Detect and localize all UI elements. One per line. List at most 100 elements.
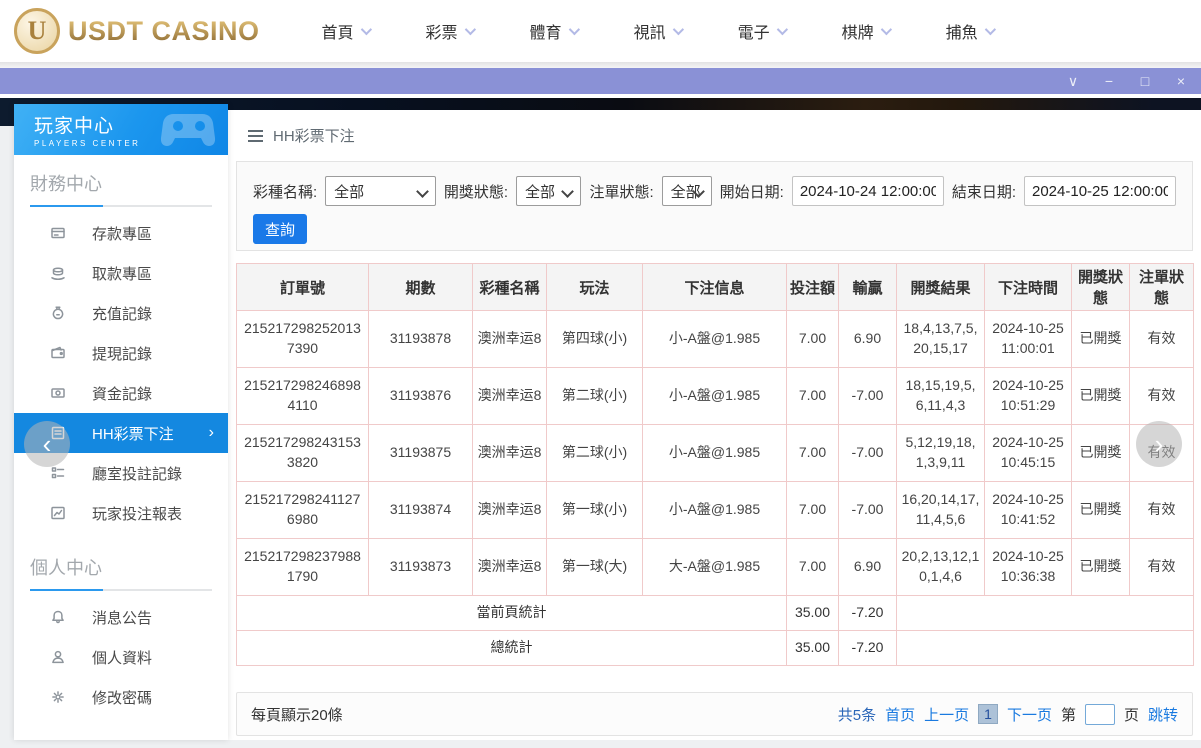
prev-page-link[interactable]: 上一页 — [924, 704, 969, 725]
table-cell: 第四球(小) — [546, 310, 643, 368]
table-cell: 已開獎 — [1071, 310, 1130, 368]
collapse-window-icon[interactable]: ∨ — [1065, 74, 1081, 88]
table-cell: 16,20,14,17,11,4,5,6 — [896, 481, 985, 539]
jump-prefix-label: 第 — [1060, 706, 1076, 724]
summary-bet-total: 35.00 — [786, 630, 839, 666]
current-page-indicator[interactable]: 1 — [978, 704, 998, 724]
end-date-input[interactable] — [1024, 176, 1176, 206]
query-button[interactable]: 查詢 — [253, 214, 307, 244]
column-header: 期數 — [368, 263, 473, 311]
lottery-name-select[interactable]: 全部 — [325, 176, 436, 206]
main-content: HH彩票下注 彩種名稱: 全部 開獎狀態: 全部 注單狀態: 全部 開始日期: … — [228, 110, 1201, 740]
sidebar-item-label: HH彩票下注 — [92, 425, 174, 443]
summary-bet-total: 35.00 — [786, 595, 839, 631]
table-cell: 已開獎 — [1071, 424, 1130, 482]
breadcrumb: HH彩票下注 — [228, 110, 1201, 161]
table-cell: 有效 — [1129, 538, 1194, 596]
summary-winloss-total: -7.20 — [838, 630, 897, 666]
sidebar-item-提現記錄[interactable]: 提現記錄 — [14, 333, 228, 373]
section-rule — [30, 589, 212, 591]
table-cell: 澳洲幸运8 — [472, 310, 547, 368]
draw-status-select[interactable]: 全部 — [516, 176, 582, 206]
filter-panel: 彩種名稱: 全部 開獎狀態: 全部 注單狀態: 全部 開始日期: 結束日期: 查… — [236, 161, 1193, 251]
nav-item-1[interactable]: 彩票 — [426, 19, 476, 43]
nav-item-4[interactable]: 電子 — [738, 19, 788, 43]
table-row: 2152172982411276980 31193874 澳洲幸运8 第一球(小) 小-… — [236, 481, 1194, 539]
first-page-link[interactable]: 首页 — [885, 704, 915, 725]
draw-status-label: 開獎狀態: — [443, 183, 509, 201]
order-status-label: 注單狀態: — [589, 183, 654, 201]
nav-item-2[interactable]: 體育 — [530, 19, 580, 43]
column-header: 下注信息 — [642, 263, 787, 311]
table-header-row: 訂單號 期數 彩種名稱 玩法 下注信息 投注額 輸贏 開獎結果 下注時間 開獎狀態 注單狀態 — [236, 263, 1194, 311]
table-cell: 大-A盤@1.985 — [642, 538, 787, 596]
table-row: 2152172982379881790 31193873 澳洲幸运8 第一球(大) 大-… — [236, 538, 1194, 596]
start-date-label: 開始日期: — [719, 183, 784, 201]
table-cell: 31193875 — [368, 424, 473, 482]
table-cell: 澳洲幸运8 — [472, 367, 547, 425]
table-cell: 31193873 — [368, 538, 473, 596]
nav-item-3[interactable]: 視訊 — [633, 19, 684, 43]
nav-item-label: 視訊 — [633, 25, 666, 42]
table-cell: 已開獎 — [1071, 538, 1130, 596]
page-size-text: 每頁顯示20條 — [251, 706, 343, 724]
sidebar-item-label: 修改密碼 — [92, 689, 153, 707]
sidebar-item-取款專區[interactable]: 取款專區 — [14, 253, 228, 293]
sidebar-item-修改密碼[interactable]: 修改密碼 — [14, 677, 228, 717]
table-cell: 2152172982520137390 — [236, 310, 369, 368]
table-cell: 有效 — [1129, 310, 1194, 368]
sidebar-item-個人資料[interactable]: 個人資料 — [14, 637, 228, 677]
sidebar-item-label: 廳室投註記錄 — [92, 465, 183, 483]
table-cell: 2024-10-25 10:45:15 — [984, 424, 1072, 482]
nav-item-0[interactable]: 首頁 — [322, 19, 372, 43]
sidebar-item-資金記錄[interactable]: 資金記錄 — [14, 373, 228, 413]
sidebar-collapse-arrow[interactable]: ‹ — [24, 421, 70, 467]
start-date-input[interactable] — [791, 176, 944, 206]
summary-empty-cell — [896, 630, 1194, 666]
summary-row: 總統計 35.00 -7.20 — [236, 630, 1194, 666]
chevron-down-icon — [360, 23, 372, 36]
jump-page-input[interactable] — [1084, 703, 1115, 725]
table-cell: 澳洲幸运8 — [472, 424, 547, 482]
table-cell: -7.00 — [838, 481, 897, 539]
maximize-window-icon[interactable]: □ — [1137, 74, 1153, 88]
bell-icon — [50, 609, 66, 625]
table-cell: 澳洲幸运8 — [472, 481, 547, 539]
chevron-down-icon — [776, 23, 788, 36]
sidebar-item-玩家投注報表[interactable]: 玩家投注報表 — [14, 493, 228, 533]
sidebar-item-充值記錄[interactable]: 充值記錄 — [14, 293, 228, 333]
end-date-label: 結束日期: — [951, 183, 1016, 201]
table-cell: 第二球(小) — [546, 424, 643, 482]
hall-record-icon — [50, 465, 66, 481]
jump-button[interactable]: 跳转 — [1148, 704, 1178, 725]
menu-toggle-icon[interactable] — [248, 129, 263, 142]
table-cell: 2024-10-25 10:41:52 — [984, 481, 1072, 539]
table-cell: 2024-10-25 11:00:01 — [984, 310, 1072, 368]
window-titlebar: ∨ − □ × — [0, 68, 1201, 96]
summary-row: 當前頁統計 35.00 -7.20 — [236, 595, 1194, 631]
sidebar-item-存款專區[interactable]: 存款專區 — [14, 213, 228, 253]
panel-expand-arrow[interactable]: › — [1136, 421, 1182, 467]
total-count-text: 共5条 — [837, 706, 877, 724]
nav-item-6[interactable]: 捕魚 — [946, 19, 996, 43]
jump-suffix-label: 页 — [1123, 706, 1139, 724]
minimize-window-icon[interactable]: − — [1101, 74, 1117, 88]
next-page-link[interactable]: 下一页 — [1007, 704, 1052, 725]
brand-logo[interactable]: U USDT CASINO — [14, 8, 260, 54]
sidebar-item-label: 取款專區 — [92, 265, 153, 283]
table-cell: 31193874 — [368, 481, 473, 539]
nav-item-5[interactable]: 棋牌 — [842, 19, 892, 43]
table-cell: 2024-10-25 10:51:29 — [984, 367, 1072, 425]
chevron-down-icon — [568, 23, 580, 36]
main-menu: 首頁 彩票 體育 視訊 電子 棋牌 捕魚 — [322, 19, 996, 43]
sidebar-item-label: 玩家投注報表 — [92, 505, 183, 523]
summary-empty-cell — [896, 595, 1194, 631]
deposit-icon — [50, 225, 66, 241]
chevron-down-icon — [672, 23, 684, 36]
order-status-select[interactable]: 全部 — [661, 176, 712, 206]
table-cell: 7.00 — [786, 367, 839, 425]
sidebar-item-消息公告[interactable]: 消息公告 — [14, 597, 228, 637]
column-header: 開獎狀態 — [1071, 263, 1130, 311]
close-window-icon[interactable]: × — [1173, 74, 1189, 88]
sidebar-item-label: 資金記錄 — [92, 385, 153, 403]
